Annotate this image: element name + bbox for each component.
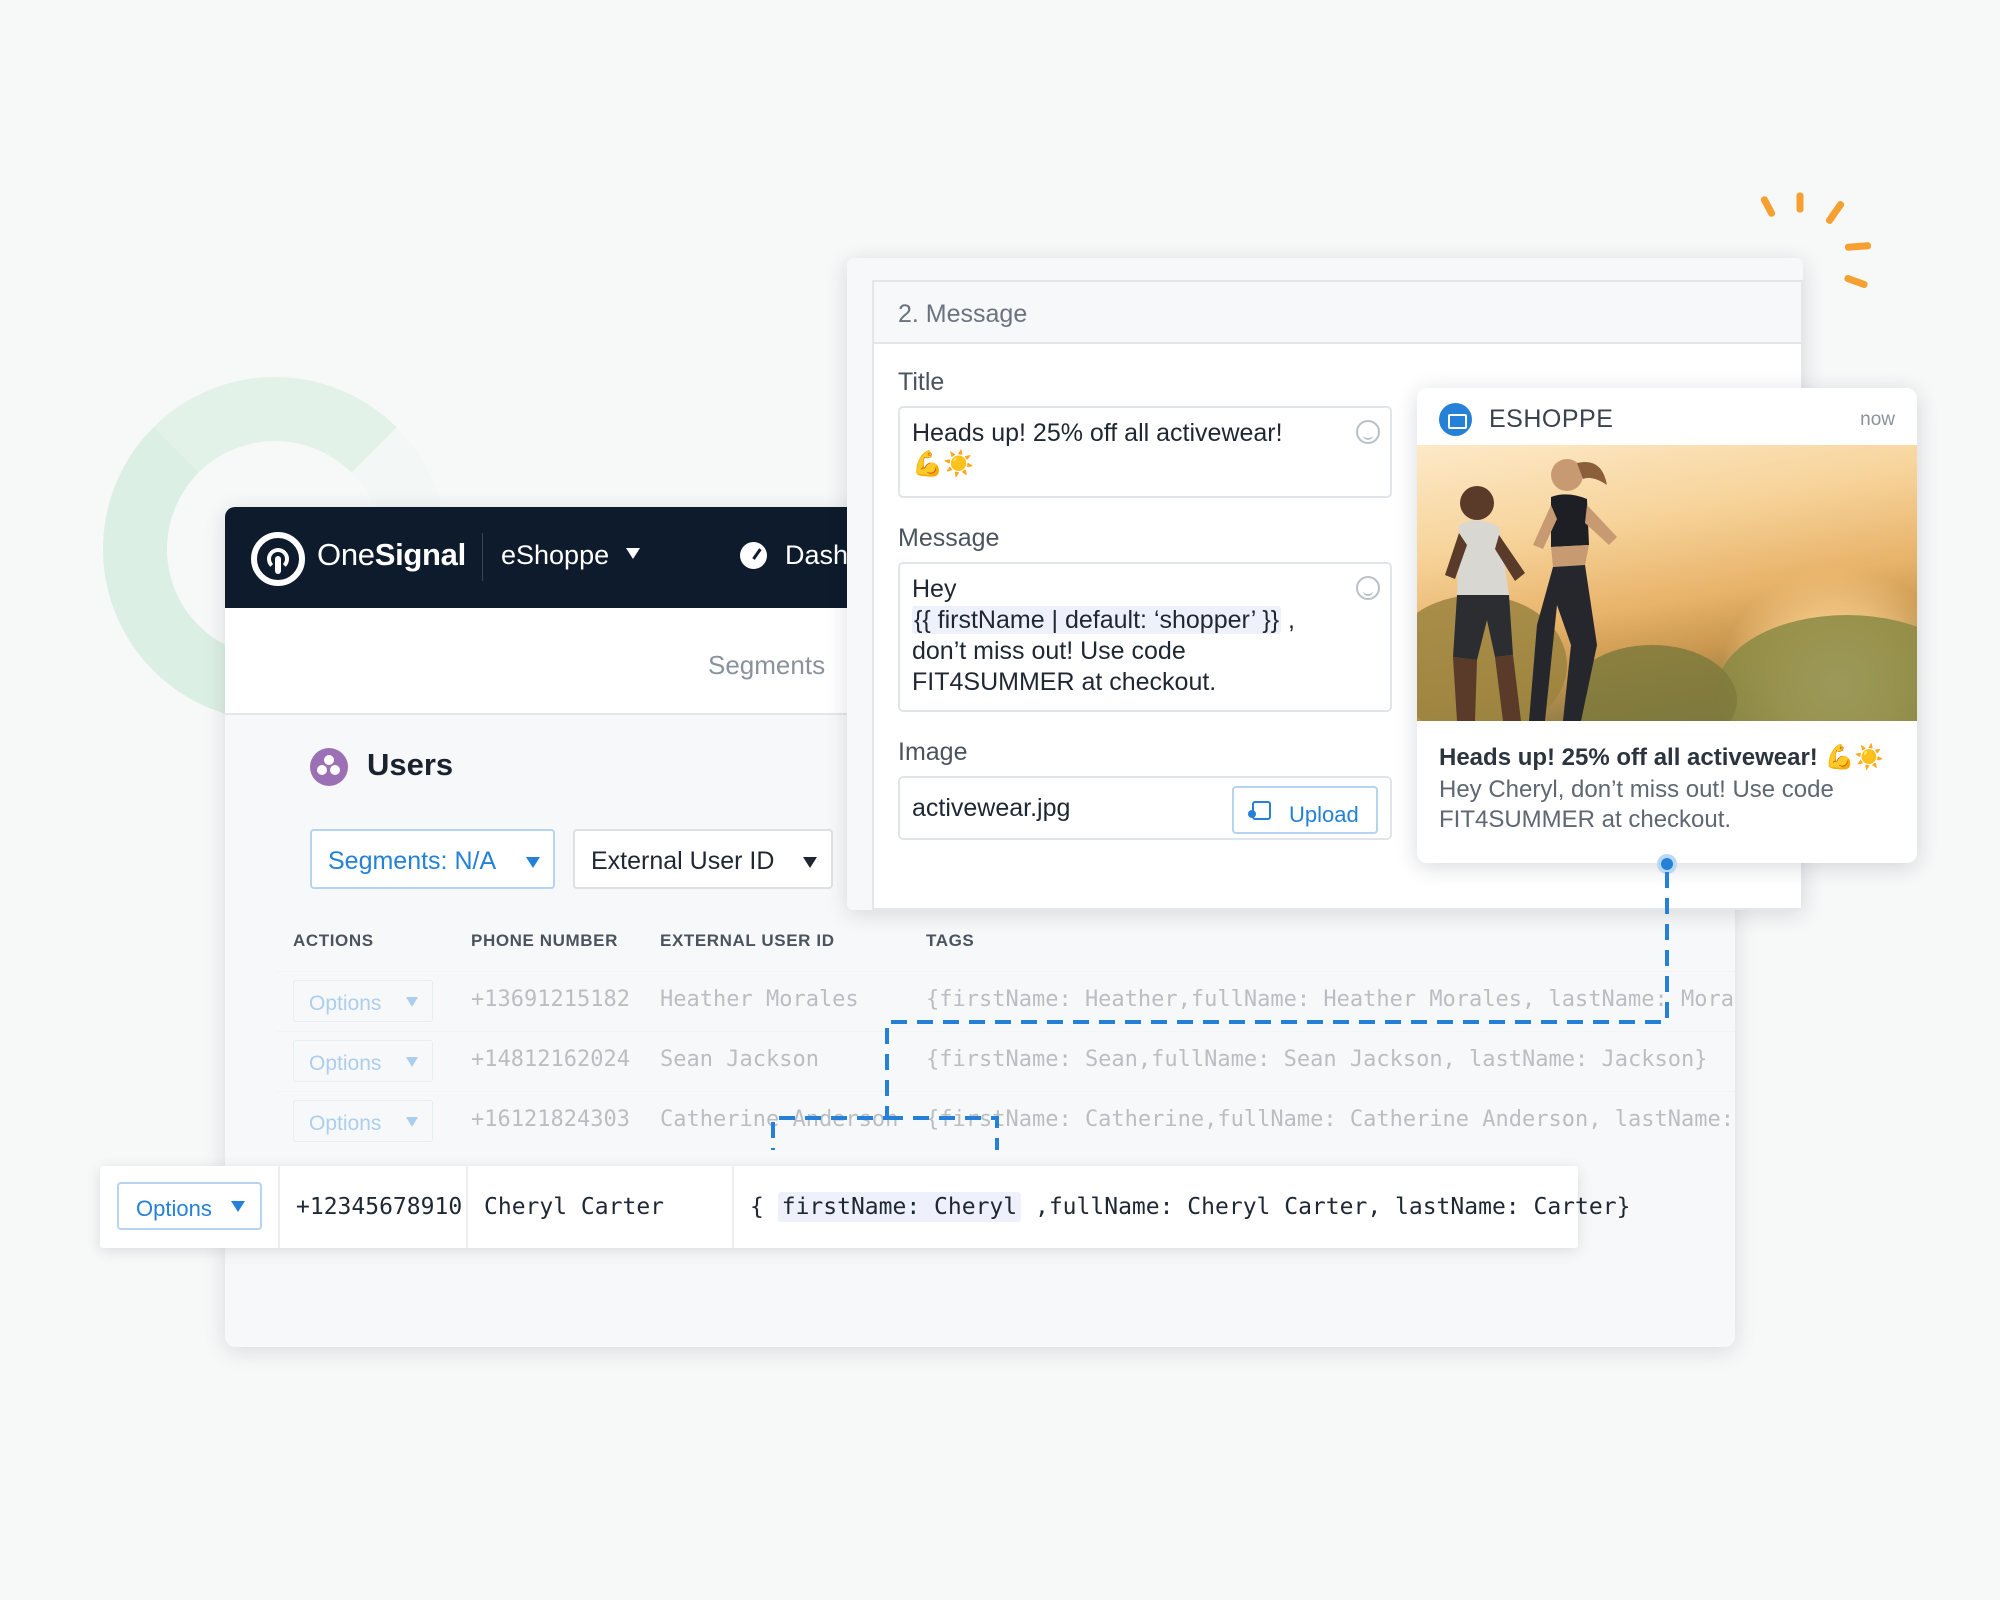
message-textarea[interactable]: Hey {{ firstName | default: ‘shopper’ }}… [898,562,1392,712]
onesignal-logo-icon [251,532,305,586]
push-notification-preview: ESHOPPE now Heads up! 25% off all active… [1417,388,1917,863]
phone-cell: +12345678910 [296,1194,463,1220]
segments-filter-dropdown[interactable]: Segments: N/A [310,829,555,889]
table-row: Options +13691215182 Heather Morales {fi… [277,971,1735,1027]
dashboard-gauge-icon[interactable] [740,542,767,569]
title-input[interactable]: Heads up! 25% off all activewear! 💪☀️ [898,406,1392,498]
column-header-phone: PHONE NUMBER [471,931,618,950]
notification-title: Heads up! 25% off all activewear! 💪☀️ [1439,744,1885,771]
upload-button[interactable]: Upload [1232,786,1378,834]
phone-cell: +14812162024 [471,1047,630,1072]
cell-divider [278,1166,280,1248]
external-id-cell: Sean Jackson [660,1047,819,1072]
cell-divider [466,1166,468,1248]
upload-icon [1248,801,1271,820]
caret-down-icon [526,857,540,868]
notification-body: Hey Cheryl, don’t miss out! Use code FIT… [1439,776,1834,833]
table-row: Options +16121824303 Catherine Anderson … [277,1091,1735,1147]
image-input[interactable]: activewear.jpg Upload [898,776,1392,840]
caret-down-icon [803,857,817,868]
personalization-variable: {{ firstName | default: ‘shopper’ }} [912,606,1282,634]
phone-cell: +16121824303 [471,1107,630,1132]
header-divider [482,533,483,581]
tags-cell: {firstName: Heather,fullName: Heather Mo… [926,987,1735,1012]
external-id-cell: Cheryl Carter [484,1194,665,1220]
activewear-image [1417,445,1917,721]
table-row: Options +14812162024 Sean Jackson {first… [277,1031,1735,1087]
first-name-tag-chip: firstName: Cheryl [777,1192,1022,1222]
tags-cell: {firstName: Catherine,fullName: Catherin… [926,1107,1735,1132]
runners-illustration [1445,459,1617,721]
options-dropdown[interactable]: Options [293,980,433,1022]
brand-name: OneSignal [317,537,466,572]
external-id-cell: Heather Morales [660,987,859,1012]
emoji-picker-icon[interactable] [1356,576,1380,600]
emoji-picker-icon[interactable] [1356,420,1380,444]
nav-dashboard[interactable]: Dash [785,540,848,571]
image-label: Image [898,738,968,766]
tab-segments[interactable]: Segments [708,650,825,681]
column-header-actions: ACTIONS [293,931,374,950]
options-dropdown[interactable]: Options [293,1100,433,1142]
app-selector[interactable]: eShoppe [501,540,609,571]
column-header-tags: TAGS [926,931,975,950]
eshoppe-basket-icon [1439,403,1472,436]
section-header: 2. Message [874,282,1801,344]
external-user-id-dropdown[interactable]: External User ID [573,829,833,889]
column-header-external-id: EXTERNAL USER ID [660,931,835,950]
notification-timestamp: now [1860,409,1895,430]
message-label: Message [898,524,1000,552]
options-dropdown[interactable]: Options [293,1040,433,1082]
external-id-cell: Catherine Anderson [660,1107,899,1132]
phone-cell: +13691215182 [471,987,630,1012]
caret-down-icon [231,1201,245,1212]
tags-cell: {firstName: Sean,fullName: Sean Jackson,… [926,1047,1708,1072]
users-group-icon [310,748,348,786]
notification-app-name: ESHOPPE [1489,405,1614,433]
caret-down-icon[interactable] [626,548,640,559]
cell-divider [732,1166,734,1248]
title-label: Title [898,368,945,396]
tags-cell: { firstName: Cheryl ,fullName: Cheryl Ca… [750,1192,1631,1222]
options-dropdown[interactable]: Options [117,1182,262,1230]
page-title: Users [367,747,454,782]
highlighted-user-row: Options +12345678910 Cheryl Carter { fir… [100,1166,1630,1248]
